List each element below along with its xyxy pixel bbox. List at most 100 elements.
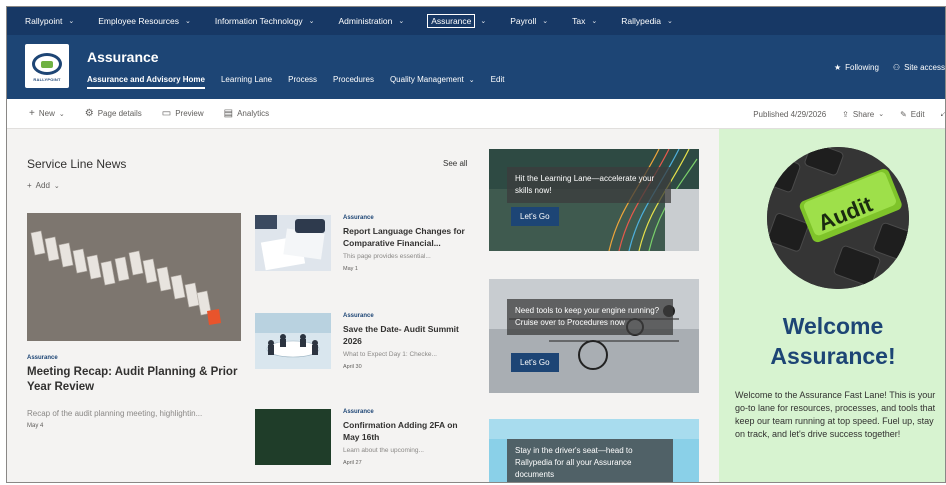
news-description: Learn about the upcoming... bbox=[343, 447, 424, 454]
news-item[interactable]: Assurance Report Language Changes for Co… bbox=[255, 215, 475, 295]
hero-news-description: Recap of the audit planning meeting, hig… bbox=[27, 409, 203, 418]
hub-nav-label: Administration bbox=[338, 16, 393, 26]
analytics-label: Analytics bbox=[237, 109, 270, 118]
preview-button[interactable]: ▭ Preview bbox=[162, 108, 204, 119]
news-item[interactable]: Assurance Confirmation Adding 2FA on May… bbox=[255, 409, 475, 482]
hub-navigation: Rallypoint ⌄ Employee Resources ⌄ Informat… bbox=[7, 7, 945, 35]
welcome-body: Welcome to the Assurance Fast Lane! This… bbox=[735, 390, 936, 439]
chevron-down-icon: ⌄ bbox=[398, 18, 405, 25]
news-thumbnail bbox=[255, 409, 331, 465]
hub-nav-employee-resources[interactable]: Employee Resources ⌄ bbox=[98, 16, 191, 26]
keyboard-audit-key-icon: Audit bbox=[767, 147, 909, 289]
share-button[interactable]: ⇪ Share ⌄ bbox=[842, 110, 884, 119]
browser-frame: Rallypoint ⌄ Employee Resources ⌄ Informat… bbox=[6, 6, 946, 483]
hub-nav-rallypoint[interactable]: Rallypoint ⌄ bbox=[25, 16, 74, 26]
news-title[interactable]: Save the Date- Audit Summit 2026 bbox=[343, 323, 471, 347]
lets-go-button[interactable]: Let's Go bbox=[511, 207, 559, 226]
people-icon: ⚇ bbox=[892, 63, 901, 72]
following-label: Following bbox=[845, 63, 879, 72]
site-navigation: Assurance and Advisory Home Learning Lan… bbox=[87, 75, 520, 89]
hub-nav-label: Rallypedia bbox=[621, 16, 661, 26]
plus-icon: + bbox=[29, 108, 35, 119]
hub-nav-administration[interactable]: Administration ⌄ bbox=[338, 16, 404, 26]
site-access-button[interactable]: ⚇ Site access bbox=[893, 63, 945, 72]
news-category: Assurance bbox=[343, 313, 374, 319]
logo-text: RALLYPOINT bbox=[33, 76, 61, 82]
news-date: April 27 bbox=[343, 460, 362, 466]
welcome-heading: Welcome Assurance! bbox=[770, 313, 896, 369]
chevron-down-icon: ⌄ bbox=[480, 18, 487, 25]
news-description: What to Expect Day 1: Checke... bbox=[343, 351, 437, 358]
command-bar-right: Published 4/29/2026 ⇪Share⌄ ✎Edit ⤢ bbox=[753, 99, 945, 129]
site-title[interactable]: Assurance bbox=[87, 49, 159, 65]
site-nav-edit[interactable]: Edit bbox=[491, 75, 505, 89]
page-details-label: Page details bbox=[97, 109, 142, 118]
audit-key-image: Audit bbox=[767, 147, 909, 289]
tile-text: Need tools to keep your engine running? … bbox=[507, 299, 673, 335]
hub-nav-label: Rallypoint bbox=[25, 16, 63, 26]
site-nav-process[interactable]: Process bbox=[288, 75, 317, 89]
star-icon: ★ bbox=[833, 63, 842, 72]
see-all-link[interactable]: See all bbox=[443, 159, 467, 168]
site-logo[interactable]: RALLYPOINT bbox=[25, 44, 69, 88]
logo-emblem-icon bbox=[32, 52, 62, 75]
hub-nav-information-technology[interactable]: Information Technology ⌄ bbox=[215, 16, 315, 26]
hub-nav-label: Tax bbox=[572, 16, 586, 26]
dominoes-illustration bbox=[27, 213, 241, 341]
chevron-down-icon: ⌄ bbox=[468, 77, 475, 84]
site-nav-procedures[interactable]: Procedures bbox=[333, 75, 374, 89]
chevron-down-icon: ⌄ bbox=[666, 18, 673, 25]
site-nav-quality-management[interactable]: Quality Management ⌄ bbox=[390, 75, 475, 89]
learning-lane-tile[interactable]: Hit the Learning Lane—accelerate your sk… bbox=[489, 149, 699, 251]
meeting-photo bbox=[255, 313, 331, 369]
hub-nav-payroll[interactable]: Payroll ⌄ bbox=[510, 16, 548, 26]
tile-text: Hit the Learning Lane—accelerate your sk… bbox=[507, 167, 671, 203]
command-bar: + New ⌄ ⚙ Page details ▭ Preview ▤ Analytics … bbox=[7, 99, 945, 129]
new-button[interactable]: + New ⌄ bbox=[29, 108, 65, 119]
hub-nav-label: Information Technology bbox=[214, 16, 303, 26]
expand-icon: ⤢ bbox=[941, 109, 945, 119]
site-nav-label: Quality Management bbox=[389, 75, 464, 84]
news-category: Assurance bbox=[343, 409, 374, 415]
news-title[interactable]: Report Language Changes for Comparative … bbox=[343, 225, 471, 249]
edit-button[interactable]: ✎ Edit bbox=[900, 110, 925, 119]
add-label: Add bbox=[35, 181, 50, 190]
tile-text: Stay in the driver's seat—head to Rallyp… bbox=[507, 439, 673, 482]
news-title[interactable]: Confirmation Adding 2FA on May 16th bbox=[343, 419, 471, 443]
news-date: May 1 bbox=[343, 266, 358, 272]
news-thumbnail bbox=[255, 215, 331, 271]
analytics-button[interactable]: ▤ Analytics bbox=[224, 108, 269, 119]
preview-label: Preview bbox=[175, 109, 204, 118]
hub-nav-rallypedia[interactable]: Rallypedia ⌄ bbox=[621, 16, 673, 26]
share-label: Share bbox=[852, 109, 875, 119]
news-date: April 30 bbox=[343, 364, 362, 370]
share-icon: ⇪ bbox=[842, 109, 849, 119]
hub-nav-tax[interactable]: Tax ⌄ bbox=[572, 16, 597, 26]
header-actions: ★ Following ⚇ Site access bbox=[834, 63, 945, 72]
edit-label: Edit bbox=[910, 109, 925, 119]
add-news-button[interactable]: + Add ⌄ bbox=[27, 181, 60, 190]
pencil-icon: ✎ bbox=[900, 109, 907, 119]
hub-nav-assurance[interactable]: Assurance ⌄ bbox=[427, 14, 487, 28]
expand-button[interactable]: ⤢ bbox=[941, 109, 945, 119]
news-section-title: Service Line News bbox=[27, 157, 127, 171]
welcome-panel: Audit Welcome Assurance! Welcome to the … bbox=[719, 129, 945, 482]
procedures-tile[interactable]: Need tools to keep your engine running? … bbox=[489, 279, 699, 393]
chevron-down-icon: ⌄ bbox=[68, 18, 75, 25]
site-nav-home[interactable]: Assurance and Advisory Home bbox=[87, 75, 205, 89]
lets-go-button[interactable]: Let's Go bbox=[511, 353, 559, 372]
hero-news-title[interactable]: Meeting Recap: Audit Planning & Prior Ye… bbox=[27, 365, 247, 395]
news-category: Assurance bbox=[343, 215, 374, 221]
hero-news-image[interactable] bbox=[27, 213, 241, 341]
chevron-down-icon: ⌄ bbox=[542, 18, 549, 25]
site-header: RALLYPOINT Assurance Assurance and Advis… bbox=[7, 35, 945, 99]
site-nav-learning-lane[interactable]: Learning Lane bbox=[221, 75, 272, 89]
rallypedia-tile[interactable]: Stay in the driver's seat—head to Rallyp… bbox=[489, 419, 699, 482]
news-description: This page provides essential... bbox=[343, 253, 431, 260]
news-item[interactable]: Assurance Save the Date- Audit Summit 20… bbox=[255, 313, 475, 393]
hero-news-category: Assurance bbox=[27, 355, 58, 361]
main-content: Service Line News See all + Add ⌄ Assura… bbox=[7, 129, 719, 482]
page-details-button[interactable]: ⚙ Page details bbox=[85, 108, 142, 119]
published-status: Published 4/29/2026 bbox=[753, 109, 827, 119]
following-button[interactable]: ★ Following bbox=[834, 63, 879, 72]
